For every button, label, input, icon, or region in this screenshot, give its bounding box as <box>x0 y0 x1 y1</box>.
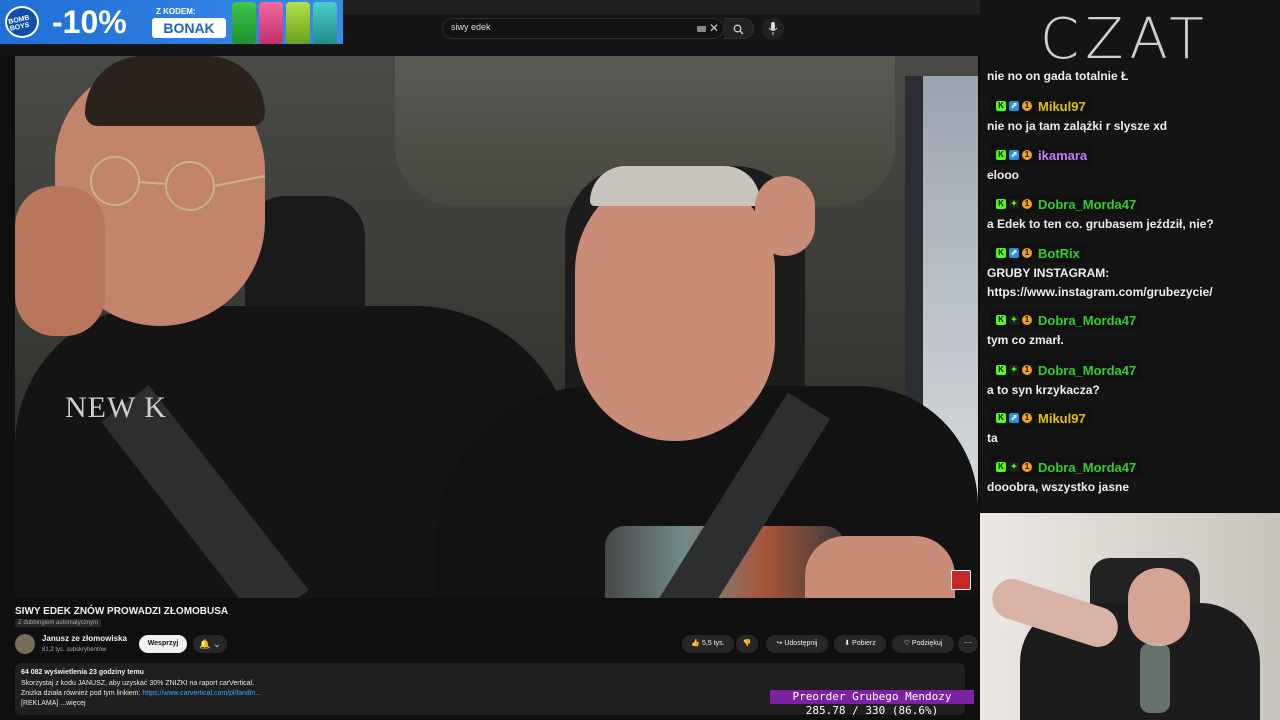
subscriber-badge-icon: ⇗ <box>1009 248 1019 258</box>
search-icon <box>733 24 744 35</box>
preorder-goal-label: Preorder Grubego Mendozy <box>770 690 974 704</box>
avatar[interactable] <box>15 634 35 654</box>
gift-badge-icon: 1 <box>1022 365 1032 375</box>
subscriber-badge-icon: ✦ <box>1009 315 1019 325</box>
close-icon[interactable]: ✕ <box>709 21 719 35</box>
show-more-link[interactable]: [REKLAMA] ...więcej <box>21 700 86 707</box>
subscriber-badge-icon: ⇗ <box>1009 413 1019 423</box>
kick-badge-icon: K <box>996 248 1006 258</box>
video-title: SIWY EDEK ZNÓW PROWADZI ZŁOMOBUSA <box>15 606 229 617</box>
subscriber-badge-icon: ✦ <box>1009 365 1019 375</box>
description-line: Zniżka działa również pod tym linkiem: h… <box>21 690 262 697</box>
ad-banner[interactable]: BOMB BOYS -10% Z KODEM: BONAK <box>0 0 343 44</box>
drink-can-image <box>259 2 283 44</box>
dub-label: Z dubbingiem automatycznym <box>15 619 102 627</box>
gift-badge-icon: 1 <box>1022 462 1032 472</box>
view-stats: 64 082 wyświetlenia 23 godziny temu <box>21 669 144 676</box>
notifications-button[interactable]: 🔔 ⌄ <box>193 635 227 653</box>
chat-nick[interactable]: BotRix <box>1038 246 1080 261</box>
chat-message-text: a to syn krzykacza? <box>987 383 1100 397</box>
gift-badge-icon: 1 <box>1022 248 1032 258</box>
channel-name[interactable]: Janusz ze złomowiska <box>42 634 127 643</box>
brand-logo: BOMB BOYS <box>5 6 39 38</box>
subscriber-badge-icon: ⇗ <box>1009 101 1019 111</box>
drink-can-image <box>313 2 337 44</box>
search-button[interactable] <box>724 18 754 39</box>
chat-nick[interactable]: Dobra_Morda47 <box>1038 363 1136 378</box>
drink-can-image <box>232 2 256 44</box>
chat-username[interactable]: K ⇗ 1 BotRix <box>990 243 1086 263</box>
subscriber-badge-icon: ✦ <box>1009 462 1019 472</box>
chat-message-text: elooo <box>987 168 1019 182</box>
kick-badge-icon: K <box>996 101 1006 111</box>
kick-badge-icon: K <box>996 199 1006 209</box>
gift-badge-icon: 1 <box>1022 101 1032 111</box>
description-link[interactable]: https://www.carvertical.com/pl/landin... <box>142 690 261 697</box>
kick-badge-icon: K <box>996 365 1006 375</box>
search-query: siwy edek <box>451 22 491 32</box>
chat-username[interactable]: K ⇗ 1 Mikul97 <box>990 408 1092 428</box>
chat-message-text: dooobra, wszystko jasne <box>987 480 1130 494</box>
chat-message-text: GRUBY INSTAGRAM: <box>987 266 1110 280</box>
description-line: Skorzystaj z kodu JANUSZ, aby uzyskać 30… <box>21 680 255 687</box>
chat-username[interactable]: K ⇗ 1 ikamara <box>990 145 1094 165</box>
webcam-feed <box>980 513 1280 720</box>
chat-link[interactable]: https://www.instagram.com/grubezycie/ <box>987 285 1213 299</box>
youtube-page: siwy edek ✕ BOMB BOYS -10% Z KODEM: BONA… <box>0 0 980 720</box>
preorder-progress: 285.78 / 330 (86.6%) <box>805 704 939 717</box>
share-button[interactable]: ↪ Udostępnij <box>766 635 828 653</box>
search-input[interactable]: siwy edek ✕ <box>442 18 724 39</box>
chat-message-text: tym co zmarł. <box>987 333 1064 347</box>
chat-message-text: a Edek to ten co. grubasem jeździł, nie? <box>987 217 1214 231</box>
chat-username[interactable]: K ✦ 1 Dobra_Morda47 <box>990 310 1143 330</box>
drink-can-image <box>286 2 310 44</box>
chat-nick[interactable]: Mikul97 <box>1038 411 1086 426</box>
chat-username[interactable]: K ⇗ 1 Mikul97 <box>990 96 1092 116</box>
chat-message-text: ta <box>987 431 998 445</box>
ad-promo-code: BONAK <box>152 18 226 38</box>
channel-watermark-icon[interactable] <box>951 570 971 590</box>
chat-message-text: nie no ja tam zalążki r slysze xd <box>987 119 1168 133</box>
shirt-print: NEW K <box>65 391 167 424</box>
chat-username[interactable]: K ✦ 1 Dobra_Morda47 <box>990 457 1143 477</box>
microphone-icon <box>768 22 778 35</box>
keyboard-icon[interactable] <box>697 26 706 32</box>
gift-badge-icon: 1 <box>1022 150 1032 160</box>
thanks-button[interactable]: ♡ Podziękuj <box>892 635 954 653</box>
stream-layout: siwy edek ✕ BOMB BOYS -10% Z KODEM: BONA… <box>0 0 1280 720</box>
support-button[interactable]: Wesprzyj <box>139 635 187 653</box>
subscriber-badge-icon: ⇗ <box>1009 150 1019 160</box>
ad-discount: -10% <box>52 4 127 40</box>
gift-badge-icon: 1 <box>1022 413 1032 423</box>
chat-username[interactable]: K ✦ 1 Dobra_Morda47 <box>990 360 1143 380</box>
subscriber-badge-icon: ✦ <box>1009 199 1019 209</box>
chat-nick[interactable]: Dobra_Morda47 <box>1038 197 1136 212</box>
like-button[interactable]: 👍 5,5 tys. <box>682 635 734 653</box>
kick-badge-icon: K <box>996 462 1006 472</box>
chat-nick[interactable]: Dobra_Morda47 <box>1038 313 1136 328</box>
chat-nick[interactable]: ikamara <box>1038 148 1087 163</box>
download-button[interactable]: ⬇ Pobierz <box>834 635 886 653</box>
voice-search-button[interactable] <box>762 18 784 40</box>
chat-message-text: nie no on gada totalnie Ł <box>987 69 1129 83</box>
subscriber-count: 81,2 tys. subskrybentów <box>42 647 107 653</box>
chat-nick[interactable]: Dobra_Morda47 <box>1038 460 1136 475</box>
kick-badge-icon: K <box>996 150 1006 160</box>
dislike-button[interactable]: 👎 <box>736 635 758 653</box>
ad-code-label: Z KODEM: <box>156 7 196 16</box>
chat-username[interactable]: K ✦ 1 Dobra_Morda47 <box>990 194 1143 214</box>
kick-badge-icon: K <box>996 315 1006 325</box>
video-player[interactable]: NEW K <box>15 56 978 598</box>
gift-badge-icon: 1 <box>1022 199 1032 209</box>
chat-nick[interactable]: Mikul97 <box>1038 99 1086 114</box>
more-actions-button[interactable]: ⋯ <box>958 635 978 653</box>
chat-header: CZAT <box>1040 7 1210 72</box>
kick-badge-icon: K <box>996 413 1006 423</box>
gift-badge-icon: 1 <box>1022 315 1032 325</box>
